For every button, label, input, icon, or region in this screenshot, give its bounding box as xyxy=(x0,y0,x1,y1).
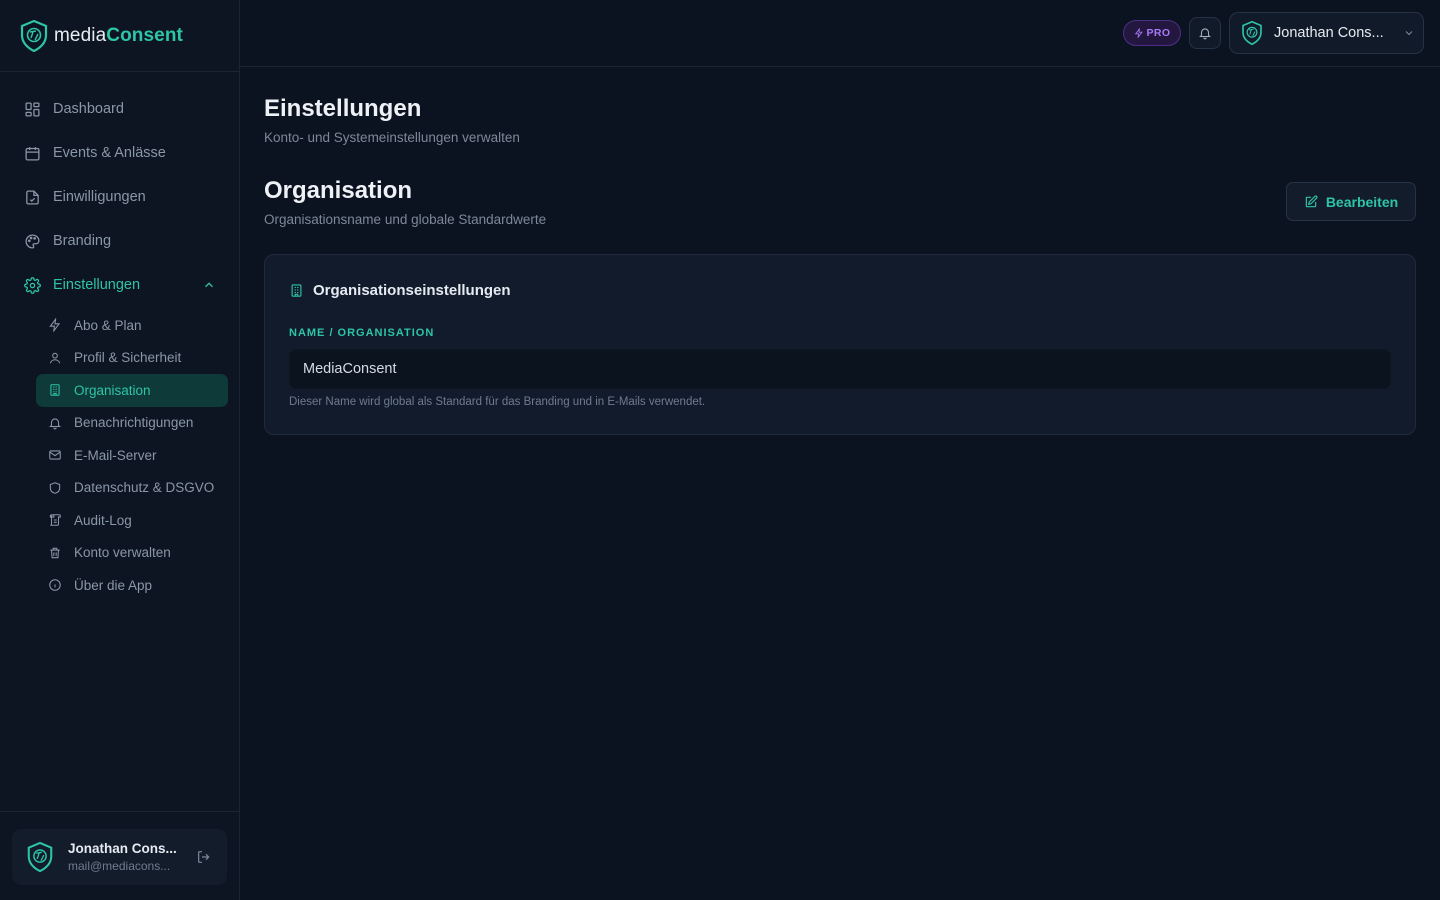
main-nav: Dashboard Events & Anlässe Einwilligunge… xyxy=(12,87,228,602)
nav-item-label: Branding xyxy=(53,233,112,249)
pro-badge[interactable]: PRO xyxy=(1123,20,1181,46)
sidebar-user-card[interactable]: Jonathan Cons... mail@mediacons... xyxy=(12,829,227,885)
organisation-name-input[interactable] xyxy=(289,349,1391,389)
sub-item-konto-verwalten[interactable]: Konto verwalten xyxy=(36,537,228,570)
shield-icon xyxy=(49,481,61,494)
file-check-icon xyxy=(26,189,39,205)
sub-item-abo-plan[interactable]: Abo & Plan xyxy=(36,309,228,342)
avatar xyxy=(27,842,53,872)
shield-logo-icon xyxy=(20,19,48,52)
avatar xyxy=(1242,21,1262,45)
dashboard-icon xyxy=(25,101,40,117)
pro-badge-label: PRO xyxy=(1146,27,1171,39)
sub-item-label: Organisation xyxy=(74,382,151,398)
user-menu-name: Jonathan Cons... xyxy=(1274,25,1384,41)
building-icon xyxy=(50,384,60,397)
section-subtitle: Organisationsname und globale Standardwe… xyxy=(264,212,547,227)
sub-item-benachrichtigungen[interactable]: Benachrichtigungen xyxy=(36,407,228,440)
trash-icon xyxy=(50,547,60,558)
brand-name: mediaConsent xyxy=(54,24,183,46)
sub-item-audit-log[interactable]: Audit-Log xyxy=(36,504,228,537)
sub-item-label: Datenschutz & DSGVO xyxy=(74,480,215,496)
nav-item-label: Dashboard xyxy=(53,101,124,117)
sidebar: mediaConsent Dashboard Events & Anlässe … xyxy=(0,0,240,900)
nav-item-dashboard[interactable]: Dashboard xyxy=(12,87,228,131)
sub-item-profil-sicherheit[interactable]: Profil & Sicherheit xyxy=(36,342,228,375)
logout-icon[interactable] xyxy=(196,849,212,865)
topbar: PRO Jonathan Cons... xyxy=(240,0,1440,67)
nav-item-label: Einstellungen xyxy=(53,277,141,293)
nav-item-events[interactable]: Events & Anlässe xyxy=(12,131,228,175)
settings-submenu: Abo & Plan Profil & Sicherheit Organisat… xyxy=(12,309,228,602)
organisation-settings-card: Organisationseinstellungen NAME / ORGANI… xyxy=(264,254,1416,435)
sub-item-label: E-Mail-Server xyxy=(74,447,157,463)
bolt-icon xyxy=(49,318,61,333)
user-menu-button[interactable]: Jonathan Cons... xyxy=(1229,12,1424,54)
nav-item-label: Events & Anlässe xyxy=(53,145,166,161)
nav-item-label: Einwilligungen xyxy=(53,189,146,205)
nav-item-branding[interactable]: Branding xyxy=(12,219,228,263)
notifications-button[interactable] xyxy=(1189,17,1221,49)
scroll-icon xyxy=(49,514,61,527)
sub-item-label: Profil & Sicherheit xyxy=(74,350,182,366)
edit-icon xyxy=(1305,195,1318,207)
chevron-up-icon[interactable] xyxy=(202,278,216,292)
sidebar-user-name: Jonathan Cons... xyxy=(68,841,177,856)
sub-item-email-server[interactable]: E-Mail-Server xyxy=(36,439,228,472)
sidebar-footer: Jonathan Cons... mail@mediacons... xyxy=(0,811,240,900)
sidebar-user-email: mail@mediacons... xyxy=(68,859,171,873)
edit-button[interactable]: Bearbeiten xyxy=(1286,182,1416,221)
sidebar-user-info: Jonathan Cons... mail@mediacons... xyxy=(68,841,180,873)
organisation-name-label: NAME / ORGANISATION xyxy=(289,327,435,339)
nav-item-einwilligungen[interactable]: Einwilligungen xyxy=(12,175,228,219)
bell-icon xyxy=(1199,28,1211,40)
nav-item-einstellungen[interactable]: Einstellungen xyxy=(12,263,228,307)
palette-icon xyxy=(25,233,40,249)
bell-icon xyxy=(49,418,61,430)
sub-item-ueber-die-app[interactable]: Über die App xyxy=(36,569,228,602)
card-header: Organisationseinstellungen xyxy=(289,282,511,299)
info-icon xyxy=(49,579,61,592)
page-title: Einstellungen xyxy=(264,95,422,122)
sub-item-label: Benachrichtigungen xyxy=(74,415,194,431)
sub-item-label: Abo & Plan xyxy=(74,317,142,333)
building-icon xyxy=(291,284,302,297)
organisation-name-help: Dieser Name wird global als Standard für… xyxy=(289,396,706,408)
sub-item-label: Konto verwalten xyxy=(74,545,171,561)
edit-button-label: Bearbeiten xyxy=(1325,193,1399,210)
sub-item-organisation[interactable]: Organisation xyxy=(36,374,228,407)
mail-icon xyxy=(49,450,61,460)
calendar-icon xyxy=(25,146,40,161)
card-title: Organisationseinstellungen xyxy=(313,282,511,299)
section-title: Organisation xyxy=(264,177,413,204)
sub-item-datenschutz[interactable]: Datenschutz & DSGVO xyxy=(36,472,228,505)
brand-logo[interactable]: mediaConsent xyxy=(0,0,239,72)
sub-item-label: Audit-Log xyxy=(74,512,132,528)
user-icon xyxy=(49,352,61,364)
chevron-down-icon xyxy=(1405,31,1413,36)
gear-icon xyxy=(24,276,41,294)
bolt-icon xyxy=(1134,28,1143,38)
sub-item-label: Über die App xyxy=(74,577,153,593)
page-subtitle: Konto- und Systemeinstellungen verwalten xyxy=(264,130,520,145)
